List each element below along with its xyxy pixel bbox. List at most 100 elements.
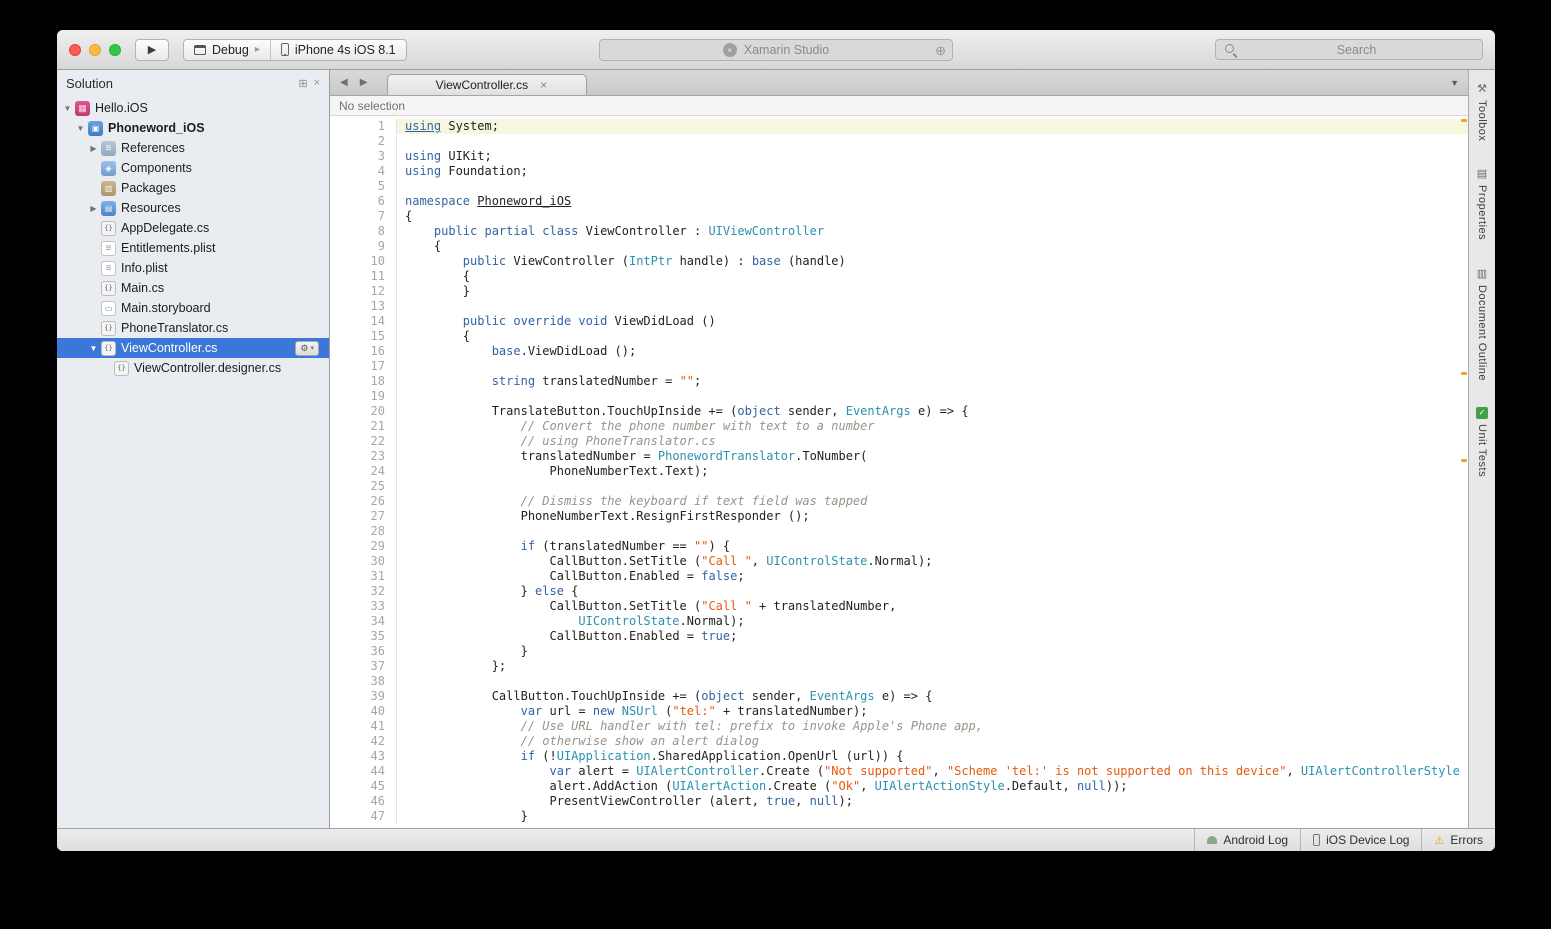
tree-item-resources[interactable]: ▶Resources bbox=[57, 198, 329, 218]
disclosure-closed-icon[interactable]: ▶ bbox=[87, 204, 100, 213]
tree-item-info-plist[interactable]: Info.plist bbox=[57, 258, 329, 278]
code-line[interactable]: 36 } bbox=[330, 644, 1468, 659]
line-number[interactable]: 41 bbox=[330, 719, 397, 734]
line-number[interactable]: 33 bbox=[330, 599, 397, 614]
code-line[interactable]: 21 // Convert the phone number with text… bbox=[330, 419, 1468, 434]
code-line[interactable]: 12 } bbox=[330, 284, 1468, 299]
dock-tab-unittests[interactable]: ✓Unit Tests bbox=[1476, 407, 1488, 477]
code-line[interactable]: 26 // Dismiss the keyboard if text field… bbox=[330, 494, 1468, 509]
code-line[interactable]: 4using Foundation; bbox=[330, 164, 1468, 179]
line-number[interactable]: 23 bbox=[330, 449, 397, 464]
code-line[interactable]: 20 TranslateButton.TouchUpInside += (obj… bbox=[330, 404, 1468, 419]
device-dropdown[interactable]: iPhone 4s iOS 8.1 bbox=[270, 40, 406, 60]
breadcrumb[interactable]: No selection bbox=[330, 96, 1468, 116]
code-line[interactable]: 45 alert.AddAction (UIAlertAction.Create… bbox=[330, 779, 1468, 794]
line-number[interactable]: 21 bbox=[330, 419, 397, 434]
code-line[interactable]: 16 base.ViewDidLoad (); bbox=[330, 344, 1468, 359]
line-number[interactable]: 22 bbox=[330, 434, 397, 449]
code-line[interactable]: 25 bbox=[330, 479, 1468, 494]
tree-item-components[interactable]: Components bbox=[57, 158, 329, 178]
tree-item-phoneword-ios[interactable]: ▼Phoneword_iOS bbox=[57, 118, 329, 138]
change-marker[interactable] bbox=[1461, 459, 1467, 462]
code-line[interactable]: 19 bbox=[330, 389, 1468, 404]
code-line[interactable]: 31 CallButton.Enabled = false; bbox=[330, 569, 1468, 584]
tree-item-hello-ios[interactable]: ▼Hello.iOS bbox=[57, 98, 329, 118]
line-number[interactable]: 31 bbox=[330, 569, 397, 584]
ios-log-button[interactable]: iOS Device Log bbox=[1300, 829, 1421, 851]
line-number[interactable]: 9 bbox=[330, 239, 397, 254]
line-number[interactable]: 46 bbox=[330, 794, 397, 809]
minimize-window-button[interactable] bbox=[89, 44, 101, 56]
line-number[interactable]: 11 bbox=[330, 269, 397, 284]
code-line[interactable]: 8 public partial class ViewController : … bbox=[330, 224, 1468, 239]
line-number[interactable]: 47 bbox=[330, 809, 397, 824]
line-number[interactable]: 35 bbox=[330, 629, 397, 644]
tree-item-viewcontroller-designer-cs[interactable]: ViewController.designer.cs bbox=[57, 358, 329, 378]
code-line[interactable]: 22 // using PhoneTranslator.cs bbox=[330, 434, 1468, 449]
code-line[interactable]: 46 PresentViewController (alert, true, n… bbox=[330, 794, 1468, 809]
code-line[interactable]: 41 // Use URL handler with tel: prefix t… bbox=[330, 719, 1468, 734]
code-line[interactable]: 7{ bbox=[330, 209, 1468, 224]
line-number[interactable]: 32 bbox=[330, 584, 397, 599]
code-line[interactable]: 34 UIControlState.Normal); bbox=[330, 614, 1468, 629]
line-number[interactable]: 6 bbox=[330, 194, 397, 209]
disclosure-closed-icon[interactable]: ▶ bbox=[87, 144, 100, 153]
global-search[interactable] bbox=[1215, 39, 1483, 60]
disclosure-open-icon[interactable]: ▼ bbox=[74, 124, 87, 133]
dock-tab-properties[interactable]: ▤Properties bbox=[1476, 167, 1488, 240]
code-line[interactable]: 38 bbox=[330, 674, 1468, 689]
errors-log-button[interactable]: ⚠Errors bbox=[1421, 829, 1495, 851]
code-line[interactable]: 17 bbox=[330, 359, 1468, 374]
line-number[interactable]: 29 bbox=[330, 539, 397, 554]
line-number[interactable]: 34 bbox=[330, 614, 397, 629]
code-line[interactable]: 24 PhoneNumberText.Text); bbox=[330, 464, 1468, 479]
code-line[interactable]: 47 } bbox=[330, 809, 1468, 824]
disclosure-open-icon[interactable]: ▼ bbox=[87, 344, 100, 353]
tab-viewcontroller-cs[interactable]: ViewController.cs × bbox=[387, 74, 587, 95]
tree-item-viewcontroller-cs[interactable]: ▼ViewController.cs⚙▾ bbox=[57, 338, 329, 358]
code-line[interactable]: 1using System; bbox=[330, 119, 1468, 134]
code-line[interactable]: 28 bbox=[330, 524, 1468, 539]
code-line[interactable]: 5 bbox=[330, 179, 1468, 194]
line-number[interactable]: 44 bbox=[330, 764, 397, 779]
line-number[interactable]: 43 bbox=[330, 749, 397, 764]
navigate-forward-icon[interactable]: ▶ bbox=[360, 77, 368, 88]
tree-item-appdelegate-cs[interactable]: AppDelegate.cs bbox=[57, 218, 329, 238]
line-number[interactable]: 3 bbox=[330, 149, 397, 164]
line-number[interactable]: 15 bbox=[330, 329, 397, 344]
code-line[interactable]: 29 if (translatedNumber == "") { bbox=[330, 539, 1468, 554]
change-marker[interactable] bbox=[1461, 119, 1467, 122]
line-number[interactable]: 39 bbox=[330, 689, 397, 704]
tree-item-main-cs[interactable]: Main.cs bbox=[57, 278, 329, 298]
code-line[interactable]: 10 public ViewController (IntPtr handle)… bbox=[330, 254, 1468, 269]
line-number[interactable]: 19 bbox=[330, 389, 397, 404]
line-number[interactable]: 5 bbox=[330, 179, 397, 194]
android-log-button[interactable]: Android Log bbox=[1194, 829, 1300, 851]
code-line[interactable]: 44 var alert = UIAlertController.Create … bbox=[330, 764, 1468, 779]
code-line[interactable]: 6namespace Phoneword_iOS bbox=[330, 194, 1468, 209]
code-line[interactable]: 30 CallButton.SetTitle ("Call ", UIContr… bbox=[330, 554, 1468, 569]
code-line[interactable]: 40 var url = new NSUrl ("tel:" + transla… bbox=[330, 704, 1468, 719]
line-number[interactable]: 20 bbox=[330, 404, 397, 419]
tree-item-main-storyboard[interactable]: Main.storyboard bbox=[57, 298, 329, 318]
line-number[interactable]: 37 bbox=[330, 659, 397, 674]
run-button[interactable]: ▶ bbox=[135, 39, 169, 61]
code-line[interactable]: 27 PhoneNumberText.ResignFirstResponder … bbox=[330, 509, 1468, 524]
line-number[interactable]: 16 bbox=[330, 344, 397, 359]
code-line[interactable]: 43 if (!UIApplication.SharedApplication.… bbox=[330, 749, 1468, 764]
tree-item-entitlements-plist[interactable]: Entitlements.plist bbox=[57, 238, 329, 258]
code-editor[interactable]: 1using System;23using UIKit;4using Found… bbox=[330, 116, 1468, 828]
tree-item-packages[interactable]: Packages bbox=[57, 178, 329, 198]
code-line[interactable]: 14 public override void ViewDidLoad () bbox=[330, 314, 1468, 329]
code-line[interactable]: 3using UIKit; bbox=[330, 149, 1468, 164]
tree-item-phonetranslator-cs[interactable]: PhoneTranslator.cs bbox=[57, 318, 329, 338]
line-number[interactable]: 10 bbox=[330, 254, 397, 269]
code-line[interactable]: 42 // otherwise show an alert dialog bbox=[330, 734, 1468, 749]
line-number[interactable]: 13 bbox=[330, 299, 397, 314]
disclosure-open-icon[interactable]: ▼ bbox=[61, 104, 74, 113]
line-number[interactable]: 24 bbox=[330, 464, 397, 479]
tab-overflow-icon[interactable]: ▼ bbox=[1450, 78, 1459, 88]
code-line[interactable]: 32 } else { bbox=[330, 584, 1468, 599]
line-number[interactable]: 45 bbox=[330, 779, 397, 794]
line-number[interactable]: 36 bbox=[330, 644, 397, 659]
